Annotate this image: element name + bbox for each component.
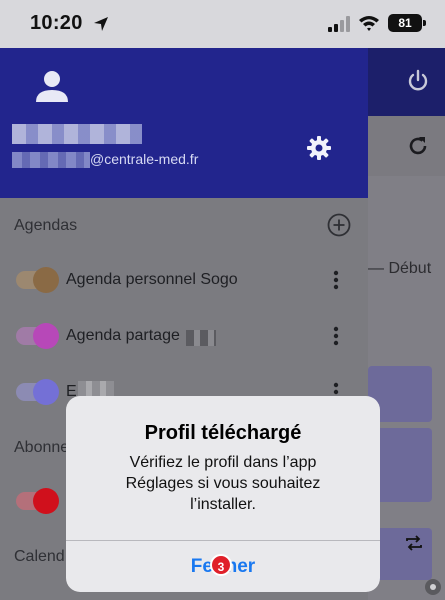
refresh-icon[interactable] [406, 134, 430, 158]
power-icon[interactable] [405, 68, 431, 94]
alert-title: Profil téléchargé [144, 422, 302, 444]
status-time: 10:20 [30, 12, 83, 34]
user-email: @centrale-med.fr [90, 151, 199, 167]
user-name-redacted [12, 124, 142, 144]
toggle-knob [33, 323, 59, 349]
alert-message: Vérifiez le profil dans l’app Réglages s… [125, 454, 321, 513]
wifi-icon [359, 16, 379, 31]
section-title-calendriers: Calend [14, 548, 65, 565]
section-title-abonnements: Abonne [14, 439, 70, 456]
email-redacted [12, 152, 90, 168]
tap-count-badge: 3 [210, 554, 232, 576]
toggle-knob [33, 267, 59, 293]
agenda-toggle[interactable] [16, 379, 59, 405]
toggle-knob [33, 488, 59, 514]
kebab-icon[interactable] [333, 270, 339, 290]
repeat-icon [406, 535, 422, 551]
debut-label: — Début [368, 260, 432, 277]
screenshot-icon [425, 579, 441, 595]
signal-icon [328, 16, 350, 32]
agenda-label[interactable]: Agenda personnel Sogo [66, 271, 238, 289]
agenda-toggle[interactable] [16, 323, 59, 349]
subscription-toggle[interactable] [16, 488, 59, 514]
redacted-text [186, 330, 216, 346]
location-arrow-icon [94, 17, 108, 31]
add-circle-icon[interactable] [327, 213, 351, 237]
battery-icon: 81 [388, 14, 426, 32]
toggle-knob [33, 379, 59, 405]
kebab-icon[interactable] [333, 326, 339, 346]
agenda-label[interactable]: Agenda partage [66, 327, 180, 345]
avatar-icon [36, 71, 68, 102]
gear-icon[interactable] [305, 134, 333, 162]
agenda-toggle[interactable] [16, 267, 59, 293]
section-title-agendas: Agendas [14, 217, 78, 234]
